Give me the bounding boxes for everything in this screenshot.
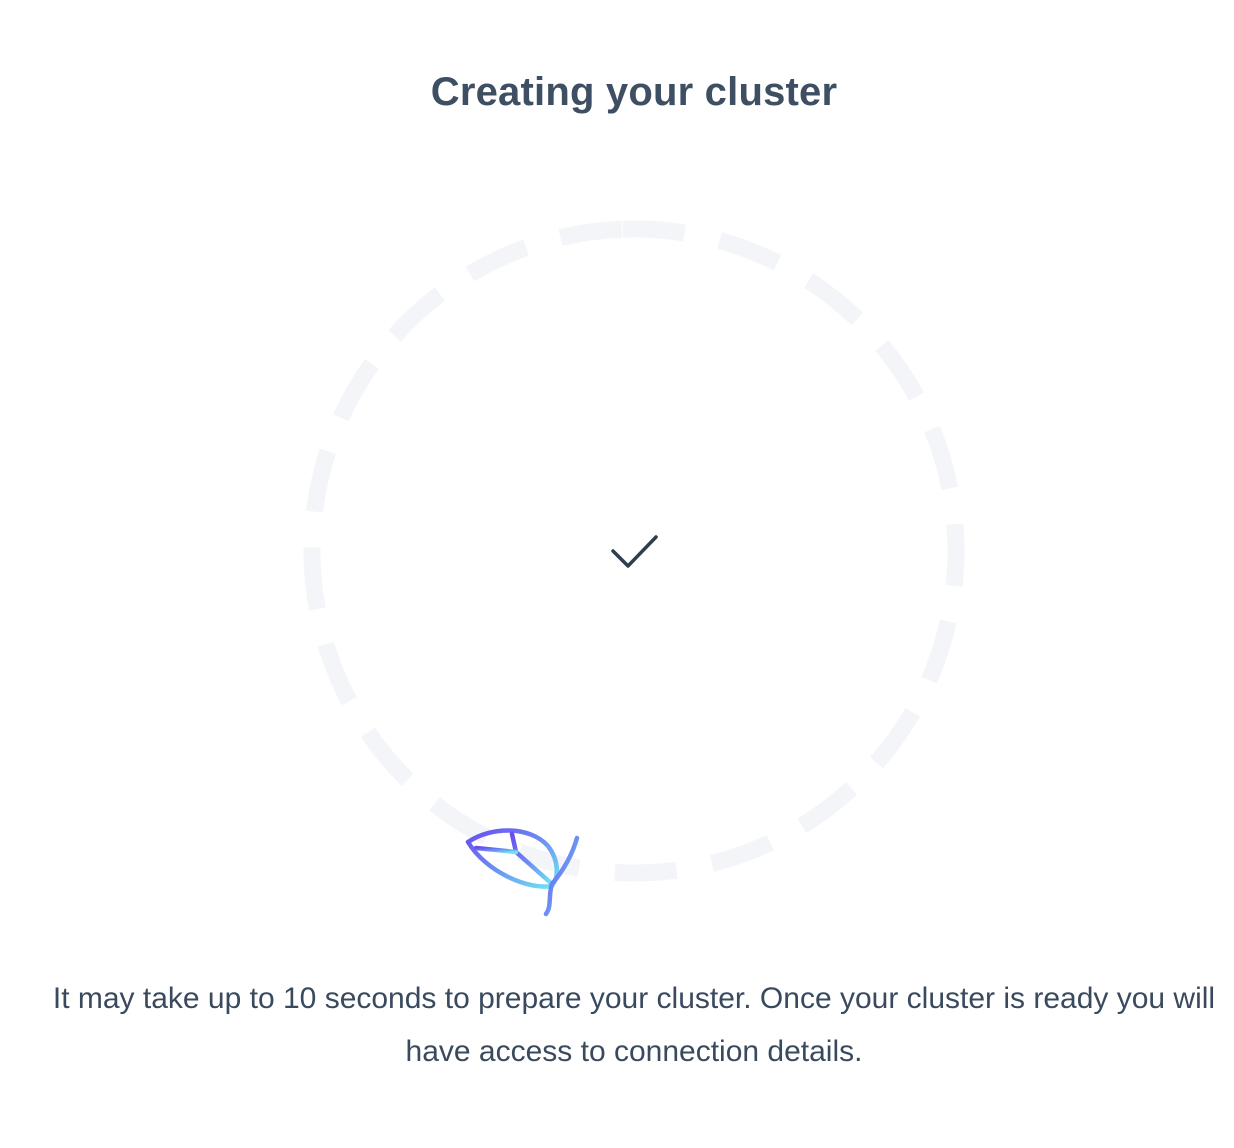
- progress-ring: [303, 220, 965, 882]
- leaf-icon: [465, 828, 580, 917]
- status-message: It may take up to 10 seconds to prepare …: [52, 982, 1216, 1068]
- cluster-creation-page: Creating your cluster It may take up to …: [0, 0, 1234, 1148]
- checkmark-icon: [611, 535, 658, 568]
